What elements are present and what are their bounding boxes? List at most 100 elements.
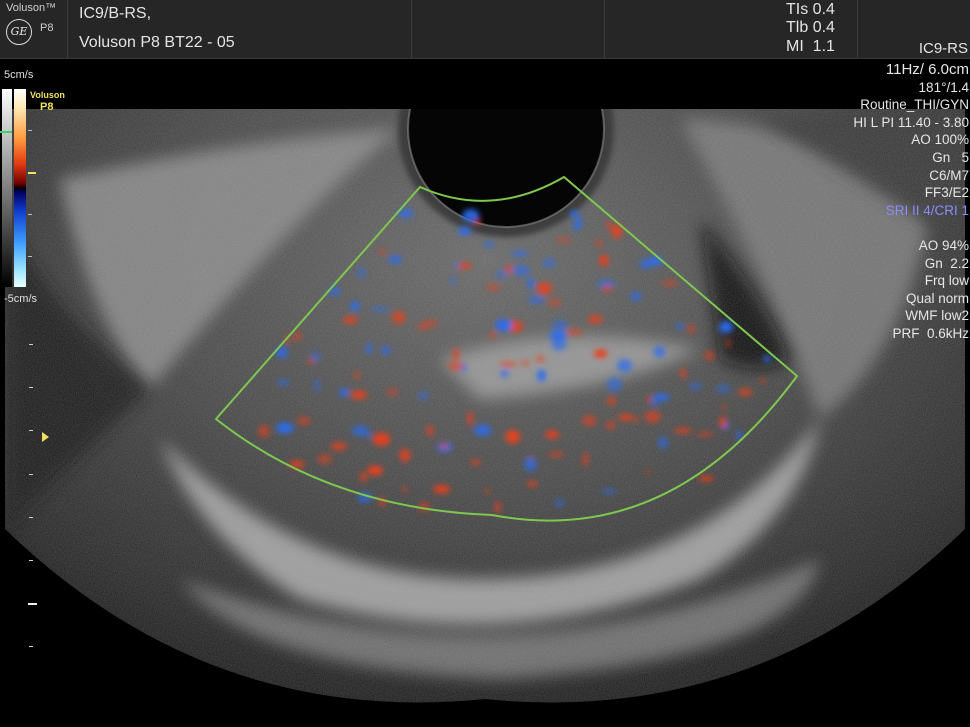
flow-red-spot (725, 338, 731, 347)
flow-red-spot (317, 454, 332, 464)
header-divider (604, 0, 605, 58)
flow-red-spot (634, 417, 639, 423)
flow-red-spot (402, 485, 407, 493)
flow-red-spot (372, 432, 391, 446)
flow-blue-spot (527, 277, 535, 289)
ultrasound-scan[interactable] (0, 59, 970, 727)
scale-marker (28, 172, 36, 174)
index-value: 0.4 (812, 1, 835, 18)
flow-red-spot (605, 221, 613, 228)
flow-red-spot (297, 417, 311, 425)
index-value: 1.1 (812, 38, 835, 55)
flow-red-spot (453, 347, 459, 361)
flow-blue-spot (719, 321, 733, 333)
param-color-quality: Qual norm (905, 290, 969, 306)
index-label: Tlb (786, 19, 809, 36)
depth-tick (29, 430, 33, 431)
scale-tick (28, 214, 32, 215)
flow-blue-spot (388, 256, 403, 264)
flow-blue-spot (277, 380, 289, 385)
flow-red-spot (386, 388, 398, 396)
flow-blue-spot (462, 209, 480, 222)
param-preset: Routine_THI/GYN (860, 97, 969, 113)
flow-red-spot (494, 501, 501, 513)
param-acoustic-output: AO 100% (911, 132, 969, 148)
flow-red-spot (594, 349, 608, 358)
flow-red-spot (258, 424, 270, 438)
scale-tick (28, 130, 32, 131)
depth-tick (29, 474, 33, 475)
scale-tick (28, 256, 32, 257)
flow-blue-spot (554, 499, 564, 507)
color-scale-max: 5cm/s (4, 69, 34, 81)
flow-red-spot (583, 452, 589, 467)
flow-red-spot (505, 429, 521, 444)
index-tis: TIs 0.4 (786, 1, 835, 19)
flow-blue-spot (570, 210, 580, 218)
flow-red-spot (506, 264, 513, 274)
flow-blue-spot (716, 384, 731, 393)
flow-red-spot (484, 489, 490, 493)
flow-blue-spot (484, 240, 494, 248)
flow-red-spot (527, 481, 538, 487)
probe-preset: IC9/B-RS, (79, 5, 152, 22)
header-bar: Voluson™ GE P8 IC9/B-RS, Voluson P8 BT22… (0, 0, 970, 59)
flow-red-spot (603, 284, 612, 293)
flow-red-spot (330, 442, 347, 451)
flow-blue-spot (528, 295, 544, 304)
flow-blue-spot (630, 292, 642, 301)
brand-name: Voluson™ (6, 2, 57, 14)
flow-red-spot (607, 396, 616, 406)
flow-blue-spot (495, 319, 513, 331)
header-divider (67, 0, 68, 58)
param-filter: FF3/E2 (924, 185, 969, 201)
param-gain: Gn 5 (932, 149, 969, 165)
param-map: C6/M7 (929, 167, 969, 183)
flow-red-spot (738, 388, 753, 396)
flow-red-spot (392, 311, 406, 324)
flow-red-spot (599, 254, 609, 267)
flow-red-spot (644, 411, 661, 423)
flow-red-spot (440, 442, 448, 449)
flow-blue-spot (512, 265, 530, 276)
flow-blue-spot (762, 355, 772, 362)
depth-tick (29, 387, 33, 388)
flow-red-spot (680, 369, 687, 378)
flow-red-spot (359, 471, 368, 482)
flow-blue-spot (652, 394, 670, 401)
flow-blue-spot (276, 422, 294, 434)
flow-red-spot (760, 377, 766, 383)
flow-blue-spot (474, 424, 492, 436)
flow-red-spot (470, 459, 481, 466)
flow-red-spot (426, 424, 434, 437)
flow-red-spot (350, 391, 368, 399)
flow-blue-spot (542, 258, 556, 268)
flow-red-spot (722, 404, 727, 410)
flow-red-spot (294, 332, 301, 341)
flow-red-spot (595, 240, 603, 247)
param-wall-filter: WMF low2 (905, 308, 969, 324)
flow-blue-spot (366, 432, 371, 439)
flow-blue-spot (601, 489, 617, 494)
flow-red-spot (645, 469, 651, 475)
ultrasound-image-area[interactable] (0, 59, 970, 727)
probe-label: IC9-RS (918, 40, 968, 57)
flow-blue-spot (676, 323, 683, 329)
baseline-marker[interactable] (0, 131, 12, 133)
flow-red-spot (307, 358, 315, 364)
flow-red-spot (646, 395, 651, 403)
flow-blue-spot (551, 337, 567, 351)
depth-tick-major (28, 603, 37, 605)
flow-blue-spot (511, 251, 529, 257)
index-label: TIs (786, 1, 809, 18)
index-label: MI (786, 38, 804, 55)
flow-red-spot (433, 485, 451, 494)
brand-label-small: Voluson (30, 90, 65, 100)
flow-red-spot (399, 448, 411, 462)
param-angle: 181°/1.4 (918, 79, 969, 95)
depth-tick (29, 517, 33, 518)
flow-blue-spot (350, 301, 360, 311)
flow-red-spot (545, 430, 560, 439)
ge-logo-icon: GE (6, 19, 32, 45)
focus-marker-icon[interactable] (42, 432, 49, 442)
